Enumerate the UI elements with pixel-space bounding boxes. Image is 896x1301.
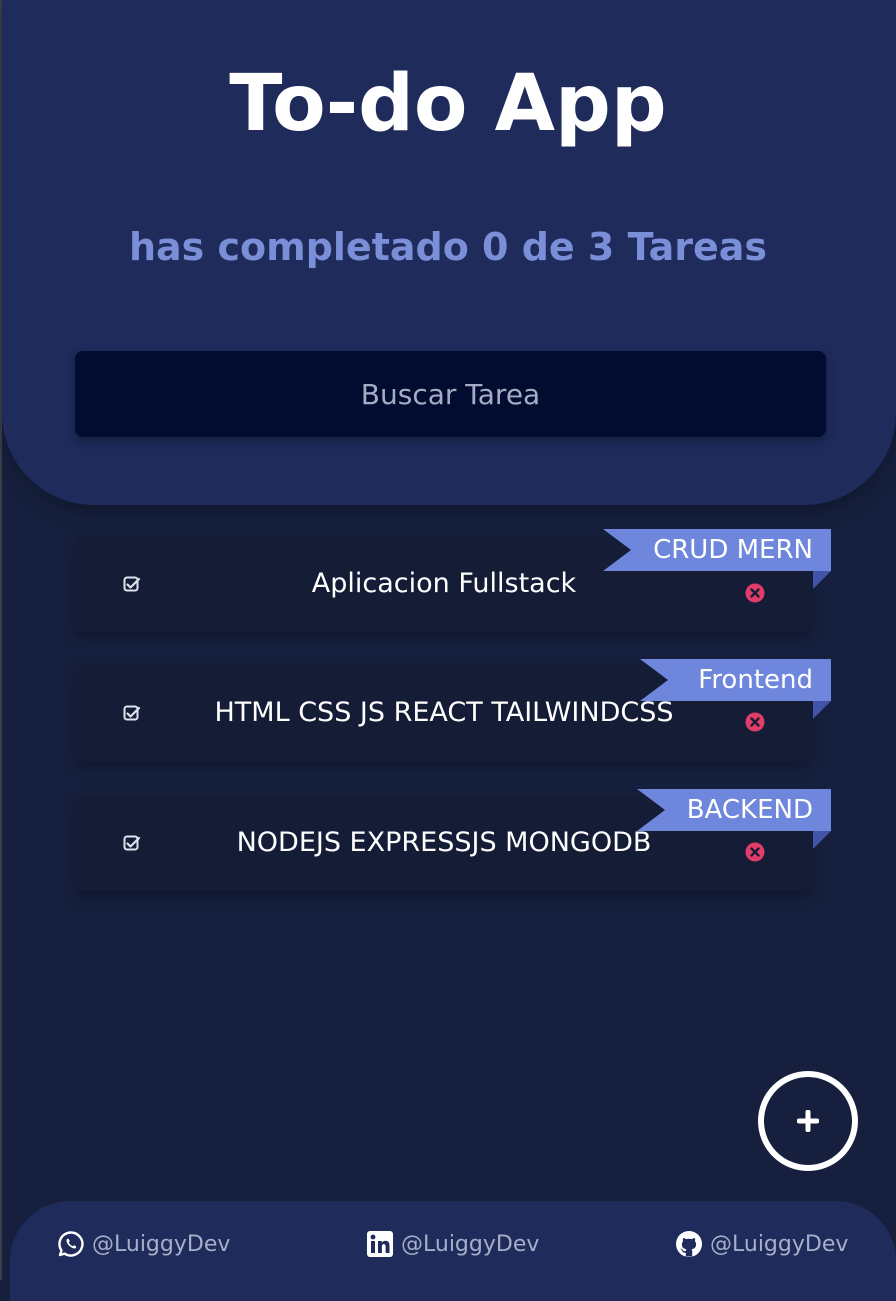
whatsapp-handle: @LuiggyDev xyxy=(92,1231,231,1257)
plus-icon xyxy=(797,1110,819,1132)
task-text: NODEJS EXPRESSJS MONGODB xyxy=(236,827,652,858)
checkbox-icon[interactable] xyxy=(123,705,141,723)
github-link[interactable]: @LuiggyDev xyxy=(675,1228,848,1260)
delete-icon[interactable] xyxy=(745,583,765,603)
add-task-button[interactable] xyxy=(758,1071,858,1171)
delete-icon[interactable] xyxy=(745,712,765,732)
whatsapp-icon xyxy=(58,1231,84,1257)
delete-icon[interactable] xyxy=(745,842,765,862)
checkbox-icon[interactable] xyxy=(123,835,141,853)
task-tag: CRUD MERN xyxy=(603,529,831,571)
app-title: To-do App xyxy=(229,59,667,149)
tag-fold xyxy=(813,831,831,849)
task-tag: Frontend xyxy=(640,659,831,701)
progress-counter: has completado 0 de 3 Tareas xyxy=(128,225,768,269)
github-handle: @LuiggyDev xyxy=(710,1231,849,1257)
tag-fold xyxy=(813,701,831,719)
github-icon xyxy=(676,1231,702,1257)
linkedin-handle: @LuiggyDev xyxy=(401,1231,540,1257)
search-input[interactable] xyxy=(75,351,826,437)
linkedin-icon xyxy=(367,1231,393,1257)
checkbox-icon[interactable] xyxy=(123,576,141,594)
task-text: HTML CSS JS REACT TAILWINDCSS xyxy=(214,697,674,728)
linkedin-link[interactable]: @LuiggyDev xyxy=(366,1228,539,1260)
whatsapp-link[interactable]: @LuiggyDev xyxy=(57,1228,230,1260)
tag-fold xyxy=(813,571,831,589)
task-tag: BACKEND xyxy=(637,789,831,831)
